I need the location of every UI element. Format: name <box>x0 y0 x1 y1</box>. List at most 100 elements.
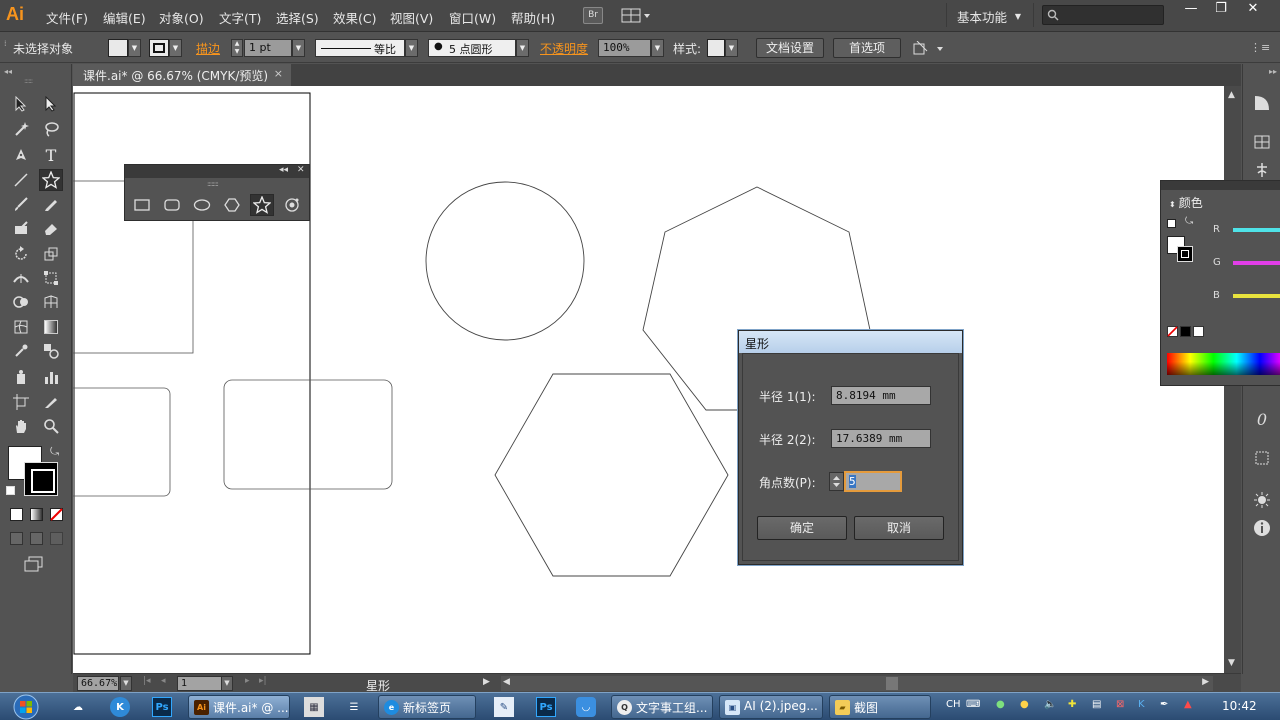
none-mode-icon[interactable] <box>50 508 63 521</box>
minimize-button[interactable]: — <box>1176 0 1206 20</box>
menu-object[interactable]: 对象(O) <box>159 8 204 27</box>
blue-channel-slider[interactable] <box>1233 294 1280 298</box>
photoshop-icon[interactable]: Ps <box>536 697 556 717</box>
taskbar-clock[interactable]: 10:42 <box>1222 699 1257 713</box>
last-artboard-icon[interactable]: ▸| <box>259 676 267 686</box>
collapse-arrows-icon[interactable]: ◂◂ <box>4 67 12 76</box>
artboard-tool[interactable] <box>9 391 33 413</box>
hexagon-shape[interactable] <box>494 373 729 577</box>
calculator-icon[interactable]: ▦ <box>304 697 324 717</box>
menu-effect[interactable]: 效果(C) <box>333 8 376 27</box>
stroke-profile-field[interactable]: 等比 <box>315 39 405 57</box>
column-graph-tool[interactable] <box>39 366 63 388</box>
paintbrush-tool[interactable] <box>9 193 33 215</box>
photoshop-icon[interactable]: Ps <box>152 697 172 717</box>
circle-shape[interactable] <box>425 181 585 341</box>
stroke-weight-dropdown[interactable]: ▼ <box>292 39 305 57</box>
stroke-label[interactable]: 描边 <box>196 40 220 57</box>
rectangle-tool[interactable] <box>130 194 154 216</box>
info-panel-button[interactable] <box>1252 518 1272 538</box>
fill-dropdown[interactable]: ▼ <box>128 39 141 57</box>
kugou-music-icon[interactable]: K <box>110 697 130 717</box>
keyboard-icon[interactable]: ⌨ <box>966 699 980 710</box>
close-icon[interactable]: ✕ <box>297 165 305 175</box>
taskbar-browser-window[interactable]: e 新标签页 <box>378 695 476 719</box>
radius1-field[interactable]: 8.8194 mm <box>831 386 931 405</box>
brush-definition-field[interactable]: ● 5 点圆形 <box>428 39 516 57</box>
next-artboard-icon[interactable]: ▸ <box>245 676 250 686</box>
zoom-tool[interactable] <box>39 415 63 437</box>
type-tool[interactable]: T <box>39 144 63 166</box>
default-colors-icon[interactable] <box>6 486 15 495</box>
stroke-color-box[interactable] <box>24 462 58 496</box>
scroll-thumb[interactable] <box>886 677 898 690</box>
free-transform-tool[interactable] <box>39 267 63 289</box>
feather-app-icon[interactable]: ✎ <box>494 697 514 717</box>
mesh-tool[interactable] <box>9 316 33 338</box>
polygon-tool[interactable] <box>220 194 244 216</box>
panel-titlebar[interactable]: ◂◂ ✕ <box>125 165 309 178</box>
draw-behind-icon[interactable] <box>30 532 43 545</box>
network-icon[interactable]: ▤ <box>1092 699 1101 710</box>
scale-tool[interactable] <box>39 243 63 265</box>
taskbar-illustrator-window[interactable]: Ai 课件.ai* @ ... <box>188 695 290 719</box>
panel-menu-icon[interactable]: ⋮≡ <box>1250 41 1270 54</box>
ellipse-tool[interactable] <box>190 194 214 216</box>
explorer-list-icon[interactable]: ☰ <box>344 697 364 717</box>
zoom-dropdown[interactable]: ▼ <box>120 676 132 691</box>
eyedropper-tool[interactable] <box>9 340 33 362</box>
pen-tablet-icon[interactable]: ✒ <box>1160 699 1168 710</box>
menu-type[interactable]: 文字(T) <box>219 8 261 27</box>
bridge-button[interactable]: Br <box>583 7 603 24</box>
appearance-panel-button[interactable] <box>1252 490 1272 510</box>
close-tab-icon[interactable]: × <box>274 67 283 80</box>
menu-window[interactable]: 窗口(W) <box>449 8 496 27</box>
draw-inside-icon[interactable] <box>50 532 63 545</box>
restore-button[interactable]: ❐ <box>1206 0 1236 20</box>
swatches-panel-button[interactable] <box>1252 132 1272 152</box>
none-color-swatch[interactable] <box>1167 326 1178 337</box>
white-color-swatch[interactable] <box>1193 326 1204 337</box>
toggle-options-icon[interactable]: ⬍ <box>1169 200 1176 209</box>
transform-panel-button[interactable] <box>1252 448 1272 468</box>
symbol-sprayer-tool[interactable] <box>9 366 33 388</box>
flare-tool[interactable] <box>280 194 304 216</box>
scroll-right-icon[interactable]: ▶ <box>1202 677 1209 687</box>
red-channel-slider[interactable] <box>1233 228 1280 232</box>
arrange-documents-button[interactable] <box>620 7 652 24</box>
opacity-field[interactable]: 100% <box>598 39 651 57</box>
width-tool[interactable] <box>9 267 33 289</box>
points-field[interactable]: 5 <box>845 472 901 491</box>
status-menu-arrow-icon[interactable]: ▶ <box>483 677 490 687</box>
stroke-color-box[interactable] <box>1177 246 1193 262</box>
stroke-color-swatch[interactable] <box>149 39 169 57</box>
star-tool[interactable] <box>39 169 63 191</box>
gradient-mode-icon[interactable] <box>30 508 43 521</box>
shape-builder-tool[interactable] <box>9 291 33 313</box>
document-setup-button[interactable]: 文档设置 <box>756 38 824 58</box>
scroll-up-icon[interactable]: ▲ <box>1228 90 1235 100</box>
lasso-tool[interactable] <box>39 118 63 140</box>
close-window-button[interactable]: ✕ <box>1240 0 1266 20</box>
swap-arrows-icon[interactable]: ⤿ <box>50 445 59 459</box>
volume-icon[interactable]: 🔈 <box>1044 699 1056 710</box>
acrobat-icon[interactable]: ▲ <box>1184 699 1192 710</box>
scroll-left-icon[interactable]: ◀ <box>503 677 510 687</box>
draw-normal-icon[interactable] <box>10 532 23 545</box>
wechat-icon[interactable]: ● <box>996 699 1005 710</box>
artboard-number-field[interactable]: 1 <box>177 676 225 691</box>
expand-arrows-icon[interactable]: ▸▸ <box>1269 67 1277 76</box>
stroke-dropdown[interactable]: ▼ <box>169 39 182 57</box>
input-language-indicator[interactable]: CH <box>946 699 961 710</box>
start-button[interactable] <box>6 693 46 720</box>
scroll-down-icon[interactable]: ▼ <box>1228 658 1235 668</box>
black-color-swatch[interactable] <box>1180 326 1191 337</box>
preferences-button[interactable]: 首选项 <box>833 38 901 58</box>
dialog-title[interactable]: 星形 <box>739 331 962 353</box>
line-segment-tool[interactable] <box>9 169 33 191</box>
color-spectrum-bar[interactable] <box>1167 353 1280 375</box>
blend-tool[interactable] <box>39 340 63 362</box>
shield-app-icon[interactable]: ◡ <box>576 697 596 717</box>
direct-selection-tool[interactable] <box>39 93 63 115</box>
rounded-rectangle-shape[interactable] <box>223 379 393 490</box>
